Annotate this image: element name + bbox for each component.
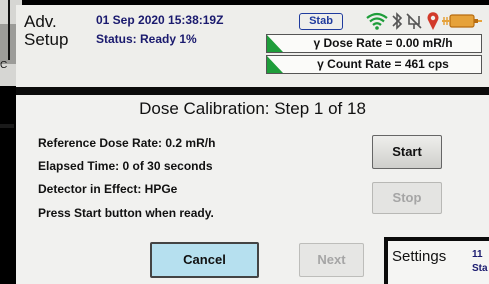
- stop-button[interactable]: Stop: [372, 182, 442, 214]
- usb-disabled-icon: [406, 13, 422, 29]
- reference-dose-rate: Reference Dose Rate: 0.2 mR/h: [38, 136, 216, 150]
- rate-indicator-icon: [267, 56, 283, 73]
- start-button[interactable]: Start: [372, 135, 442, 169]
- count-rate-readout: γ Count Rate = 461 cps: [266, 55, 482, 74]
- instruction-text: Press Start button when ready.: [38, 206, 214, 220]
- settings-window-body: Settings 11 Sta: [388, 241, 489, 284]
- wifi-icon: [366, 12, 388, 30]
- settings-title: Settings: [392, 248, 447, 265]
- dose-rate-readout: γ Dose Rate = 0.00 mR/h: [266, 34, 482, 53]
- next-button[interactable]: Next: [299, 243, 364, 277]
- page-title: Dose Calibration: Step 1 of 18: [139, 99, 366, 118]
- settings-status: Sta: [472, 263, 488, 274]
- status-text: Status: Ready 1%: [96, 32, 197, 46]
- background-fragment-text: C: [0, 60, 8, 71]
- gps-pin-icon: [427, 12, 439, 30]
- status-header: Adv. Setup 01 Sep 2020 15:38:19Z Status:…: [16, 5, 489, 87]
- stab-badge: Stab: [299, 13, 343, 30]
- dose-rate-text: γ Dose Rate = 0.00 mR/h: [313, 36, 453, 50]
- cancel-button[interactable]: Cancel: [150, 242, 259, 278]
- settings-date: 11: [472, 249, 483, 260]
- header-divider: [16, 87, 489, 95]
- elapsed-time: Elapsed Time: 0 of 30 seconds: [38, 159, 213, 173]
- app-title: Adv. Setup: [24, 12, 69, 49]
- datetime: 01 Sep 2020 15:38:19Z: [96, 13, 224, 27]
- bluetooth-icon: [392, 12, 403, 30]
- count-rate-text: γ Count Rate = 461 cps: [317, 57, 449, 71]
- rate-indicator-icon: [267, 35, 283, 52]
- overlapping-settings-window: Settings 11 Sta: [384, 237, 489, 284]
- battery-charging-icon: [442, 14, 482, 28]
- detector-in-effect: Detector in Effect: HPGe: [38, 182, 178, 196]
- background-slit: [8, 0, 10, 60]
- background-line: [0, 124, 14, 128]
